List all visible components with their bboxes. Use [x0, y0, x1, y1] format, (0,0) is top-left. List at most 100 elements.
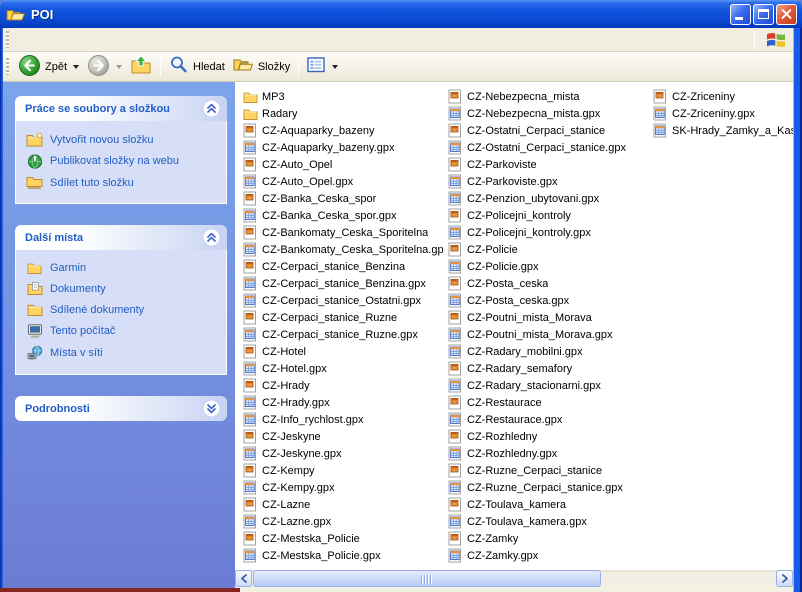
file-item[interactable]: CZ-Rozhledny — [448, 428, 649, 445]
toolbar-grip[interactable] — [6, 58, 9, 75]
file-item[interactable]: CZ-Aquaparky_bazeny.gpx — [243, 139, 444, 156]
panel-header-places[interactable]: Další místa — [15, 225, 227, 250]
forward-button[interactable] — [83, 52, 126, 82]
folders-button[interactable]: Složky — [229, 54, 294, 79]
expand-chevron-icon[interactable] — [202, 399, 221, 418]
views-button[interactable] — [303, 54, 342, 79]
file-item[interactable]: CZ-Posta_ceska — [448, 275, 649, 292]
file-item[interactable]: CZ-Ostatni_Cerpaci_stanice.gpx — [448, 139, 649, 156]
task-link[interactable]: Sdílené dokumenty — [26, 299, 220, 320]
task-link[interactable]: Dokumenty — [26, 278, 220, 299]
task-link[interactable]: Sdílet tuto složku — [26, 172, 220, 193]
file-item[interactable]: CZ-Radary_stacionarni.gpx — [448, 377, 649, 394]
file-item[interactable]: CZ-Bankomaty_Ceska_Sporitelna — [243, 224, 444, 241]
file-item[interactable]: CZ-Cerpaci_stanice_Benzina — [243, 258, 444, 275]
file-item[interactable]: CZ-Poutni_mista_Morava — [448, 309, 649, 326]
file-item[interactable]: CZ-Jeskyne.gpx — [243, 445, 444, 462]
file-item[interactable]: CZ-Kempy — [243, 462, 444, 479]
file-item[interactable]: CZ-Mestska_Policie.gpx — [243, 547, 444, 564]
file-item[interactable]: CZ-Hotel.gpx — [243, 360, 444, 377]
panel-header-details[interactable]: Podrobnosti — [15, 396, 227, 421]
file-item[interactable]: CZ-Cerpaci_stanice_Benzina.gpx — [243, 275, 444, 292]
file-item[interactable]: CZ-Toulava_kamera.gpx — [448, 513, 649, 530]
menubar-grip[interactable] — [6, 31, 9, 48]
file-item[interactable]: CZ-Policejni_kontroly — [448, 207, 649, 224]
menu-item[interactable] — [14, 37, 32, 43]
file-item[interactable]: CZ-Auto_Opel — [243, 156, 444, 173]
file-item[interactable]: CZ-Aquaparky_bazeny — [243, 122, 444, 139]
file-item[interactable]: CZ-Ruzne_Cerpaci_stanice — [448, 462, 649, 479]
file-item[interactable]: CZ-Penzion_ubytovani.gpx — [448, 190, 649, 207]
file-item[interactable]: CZ-Posta_ceska.gpx — [448, 292, 649, 309]
file-item[interactable]: CZ-Zriceniny.gpx — [653, 105, 793, 122]
file-item[interactable]: CZ-Cerpaci_stanice_Ruzne.gpx — [243, 326, 444, 343]
close-button[interactable] — [776, 4, 797, 25]
task-link[interactable]: Publikovat složky na webu — [26, 150, 220, 172]
task-link[interactable]: Tento počítač — [26, 320, 220, 342]
file-item[interactable]: CZ-Ruzne_Cerpaci_stanice.gpx — [448, 479, 649, 496]
file-item[interactable]: CZ-Kempy.gpx — [243, 479, 444, 496]
file-item[interactable]: CZ-Radary_semafory — [448, 360, 649, 377]
file-item[interactable]: CZ-Policie — [448, 241, 649, 258]
file-item[interactable]: CZ-Ostatni_Cerpaci_stanice — [448, 122, 649, 139]
file-item[interactable]: CZ-Restaurace — [448, 394, 649, 411]
titlebar[interactable]: POI — [0, 0, 802, 28]
file-item[interactable]: CZ-Parkoviste — [448, 156, 649, 173]
menu-item[interactable] — [104, 37, 122, 43]
scroll-thumb[interactable] — [253, 570, 601, 587]
file-item[interactable]: CZ-Cerpaci_stanice_Ruzne — [243, 309, 444, 326]
file-item[interactable]: CZ-Jeskyne — [243, 428, 444, 445]
task-link[interactable]: Místa v síti — [26, 342, 220, 364]
file-item[interactable]: Radary — [243, 105, 444, 122]
scroll-left-button[interactable] — [235, 570, 252, 587]
file-item[interactable]: CZ-Radary_mobilni.gpx — [448, 343, 649, 360]
minimize-button[interactable] — [730, 4, 751, 25]
file-item[interactable]: CZ-Bankomaty_Ceska_Sporitelna.gpx — [243, 241, 444, 258]
gpx-icon — [243, 412, 258, 427]
search-button[interactable]: Hledat — [165, 53, 229, 80]
file-item[interactable]: CZ-Parkoviste.gpx — [448, 173, 649, 190]
file-item[interactable]: CZ-Lazne.gpx — [243, 513, 444, 530]
file-item[interactable]: CZ-Restaurace.gpx — [448, 411, 649, 428]
file-item[interactable]: CZ-Hrady.gpx — [243, 394, 444, 411]
file-item[interactable]: CZ-Hrady — [243, 377, 444, 394]
task-link[interactable]: Vytvořit novou složku — [26, 129, 220, 150]
file-item[interactable]: CZ-Zriceniny — [653, 88, 793, 105]
file-item[interactable]: CZ-Policejni_kontroly.gpx — [448, 224, 649, 241]
file-item[interactable]: CZ-Toulava_kamera — [448, 496, 649, 513]
file-item[interactable]: CZ-Mestska_Policie — [243, 530, 444, 547]
up-button[interactable] — [126, 53, 156, 81]
maximize-button[interactable] — [753, 4, 774, 25]
menu-item[interactable] — [32, 37, 50, 43]
file-item[interactable]: CZ-Lazne — [243, 496, 444, 513]
file-item[interactable]: CZ-Zamky.gpx — [448, 547, 649, 564]
views-dropdown-icon — [332, 65, 338, 69]
menu-item[interactable] — [68, 37, 86, 43]
panel-header-files[interactable]: Práce se soubory a složkou — [15, 96, 227, 121]
file-item[interactable]: CZ-Hotel — [243, 343, 444, 360]
computer-icon — [26, 323, 43, 339]
collapse-chevron-icon[interactable] — [202, 228, 221, 247]
file-item[interactable]: MP3 — [243, 88, 444, 105]
file-item[interactable]: CZ-Auto_Opel.gpx — [243, 173, 444, 190]
menu-item[interactable] — [50, 37, 68, 43]
menu-item[interactable] — [86, 37, 104, 43]
task-link[interactable]: Garmin — [26, 258, 220, 278]
file-item[interactable]: CZ-Banka_Ceska_spor — [243, 190, 444, 207]
file-item[interactable]: CZ-Poutni_mista_Morava.gpx — [448, 326, 649, 343]
file-item[interactable]: SK-Hrady_Zamky_a_Kast — [653, 122, 793, 139]
file-item[interactable]: CZ-Banka_Ceska_spor.gpx — [243, 207, 444, 224]
horizontal-scrollbar[interactable] — [235, 570, 793, 587]
file-item[interactable]: CZ-Nebezpecna_mista — [448, 88, 649, 105]
scroll-right-button[interactable] — [776, 570, 793, 587]
panel-title: Další místa — [25, 232, 202, 244]
file-item[interactable]: CZ-Policie.gpx — [448, 258, 649, 275]
file-item[interactable]: CZ-Nebezpecna_mista.gpx — [448, 105, 649, 122]
back-button[interactable]: Zpět — [14, 52, 83, 82]
poi-icon — [448, 242, 463, 257]
file-item[interactable]: CZ-Rozhledny.gpx — [448, 445, 649, 462]
file-item[interactable]: CZ-Zamky — [448, 530, 649, 547]
file-item[interactable]: CZ-Cerpaci_stanice_Ostatni.gpx — [243, 292, 444, 309]
file-item[interactable]: CZ-Info_rychlost.gpx — [243, 411, 444, 428]
collapse-chevron-icon[interactable] — [202, 99, 221, 118]
